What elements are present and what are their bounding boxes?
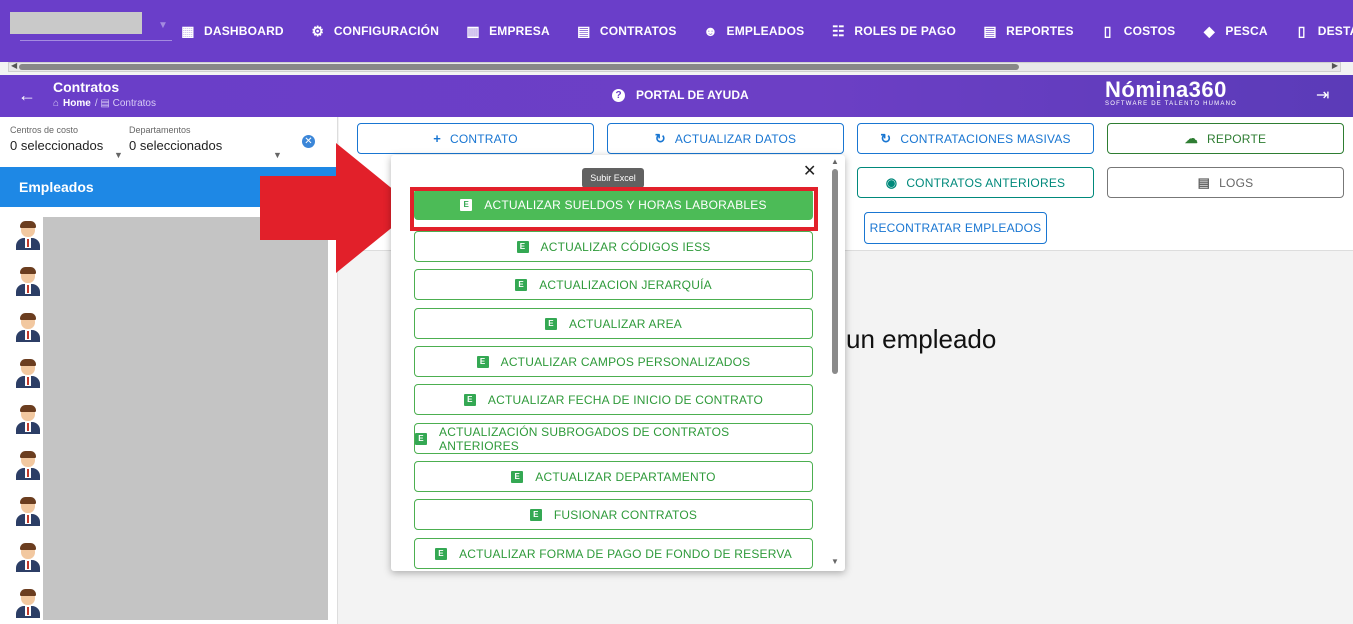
previous-contracts-button[interactable]: ◉ CONTRATOS ANTERIORES — [857, 167, 1094, 198]
nav-item-empleados[interactable]: ☻ EMPLEADOS — [703, 23, 805, 39]
employee-avatar-icon[interactable] — [16, 359, 40, 394]
excel-option-button[interactable]: E ACTUALIZAR FORMA DE PAGO DE FONDO DE RE… — [414, 538, 813, 569]
excel-file-icon: E — [544, 317, 557, 330]
nav-item-costos[interactable]: ▯ COSTOS — [1100, 23, 1176, 40]
excel-option-button[interactable]: E ACTUALIZAR AREA — [414, 308, 813, 339]
excel-option-button[interactable]: E ACTUALIZAR DEPARTAMENTO — [414, 461, 813, 492]
refresh-icon: ↻ — [654, 130, 666, 146]
fish-icon: ◆ — [1203, 22, 1215, 39]
employee-avatar-icon[interactable] — [16, 451, 40, 486]
brand-logo: Nómina360 SOFTWARE DE TALENTO HUMANO — [1105, 77, 1237, 107]
nav-item-pesca[interactable]: ◆ PESCA — [1201, 22, 1268, 40]
report-icon: ▤ — [983, 22, 997, 39]
face-icon: ☻ — [703, 23, 718, 39]
employee-avatar-icon[interactable] — [16, 221, 40, 256]
top-navigation-bar: ▼ ▦ DASHBOARD ⚙ CONFIGURACIÓN ▥ EMPRESA ▤ CONTR… — [0, 0, 1353, 62]
refresh-icon: ↻ — [880, 130, 892, 146]
company-selector[interactable]: ▼ — [10, 12, 172, 42]
gear-icon: ⚙ — [311, 22, 325, 39]
scrollbar-thumb[interactable] — [19, 64, 1019, 70]
excel-file-icon: E — [476, 355, 489, 368]
breadcrumb-current: Contratos — [112, 98, 156, 109]
horizontal-scrollbar[interactable]: ◀ ▶ — [8, 61, 1341, 72]
excel-file-icon: E — [511, 470, 524, 483]
group-icon: ☷ — [831, 22, 845, 39]
cloud-download-icon: ☁ — [1184, 130, 1198, 146]
chevron-down-icon: ▼ — [158, 20, 168, 31]
cost-center-filter[interactable]: Centros de costo 0 seleccionados ▼ — [10, 125, 125, 160]
nav-item-roles-de-pago[interactable]: ☷ ROLES DE PAGO — [830, 23, 956, 40]
eye-icon: ◉ — [885, 174, 898, 190]
excel-option-button[interactable]: E ACTUALIZAR CÓDIGOS IESS — [414, 231, 813, 262]
nav-item-dashboard[interactable]: ▦ DASHBOARD — [180, 23, 284, 40]
nav-item-destajo[interactable]: ▯DESTAJO — [1294, 23, 1353, 40]
building-icon: ▥ — [466, 22, 480, 39]
dashboard-icon: ▦ — [181, 22, 195, 39]
nav-item-empresa[interactable]: ▥ EMPRESA — [465, 23, 550, 40]
excel-file-icon: E — [529, 508, 542, 521]
employee-avatar-icon[interactable] — [16, 543, 40, 578]
excel-option-button[interactable]: E ACTUALIZAR CAMPOS PERSONALIZADOS — [414, 346, 813, 377]
excel-file-icon: E — [435, 547, 448, 560]
excel-option-button[interactable]: E ACTUALIZACION JERARQUÍA — [414, 269, 813, 300]
employee-names-redacted — [43, 217, 328, 620]
empty-state-message: un empleado — [846, 324, 997, 354]
company-name-redacted — [10, 12, 142, 34]
clipboard-icon: ▤ — [577, 22, 591, 39]
page-header: ← Contratos ⌂ Home / ▤ Contratos ? PORTA… — [0, 75, 1353, 117]
excel-file-icon: E — [463, 393, 476, 406]
document-icon: ▯ — [1297, 22, 1306, 39]
list-icon: ▤ — [1197, 174, 1211, 190]
page-title: Contratos — [53, 79, 120, 95]
plus-icon: + — [433, 131, 441, 146]
help-portal-link[interactable]: ? PORTAL DE AYUDA — [612, 88, 749, 102]
excel-file-icon: E — [415, 432, 427, 445]
employee-avatar-icon[interactable] — [16, 497, 40, 532]
nav-menu: ▦ DASHBOARD ⚙ CONFIGURACIÓN ▥ EMPRESA ▤ CONTRAT… — [180, 0, 1353, 62]
update-data-button[interactable]: ↻ ACTUALIZAR DATOS — [607, 123, 844, 154]
cost-file-icon: ▯ — [1103, 22, 1112, 39]
excel-option-button[interactable]: E ACTUALIZACIÓN SUBROGADOS DE CONTRATOS A… — [414, 423, 813, 454]
employee-avatar-icon[interactable] — [16, 405, 40, 440]
breadcrumb: ⌂ Home / ▤ Contratos — [53, 98, 156, 109]
nav-item-contratos[interactable]: ▤ CONTRATOS — [576, 23, 677, 40]
back-arrow-icon[interactable]: ← — [18, 85, 36, 106]
excel-option-button[interactable]: E FUSIONAR CONTRATOS — [414, 499, 813, 530]
nav-item-configuración[interactable]: ⚙ CONFIGURACIÓN — [310, 23, 439, 40]
tooltip: Subir Excel — [582, 168, 644, 188]
employee-avatar-icon[interactable] — [16, 267, 40, 302]
employee-avatar-icon[interactable] — [16, 313, 40, 348]
scroll-right-arrow-icon[interactable]: ▶ — [1332, 61, 1338, 70]
report-button[interactable]: ☁ REPORTE — [1107, 123, 1344, 154]
scroll-left-arrow-icon[interactable]: ◀ — [11, 61, 17, 70]
help-icon: ? — [612, 88, 625, 102]
logs-button[interactable]: ▤ LOGS — [1107, 167, 1344, 198]
excel-file-icon: E — [515, 278, 528, 291]
chevron-down-icon: ▼ — [114, 150, 123, 160]
scrollbar-thumb[interactable] — [832, 169, 838, 374]
logout-icon[interactable]: ⇥ — [1316, 85, 1329, 105]
popup-scrollbar[interactable]: ▲ ▼ — [831, 157, 839, 567]
close-icon[interactable]: ✕ — [803, 161, 816, 181]
bulk-hiring-button[interactable]: ↻ CONTRATACIONES MASIVAS — [857, 123, 1094, 154]
breadcrumb-home[interactable]: Home — [63, 98, 91, 109]
home-icon: ⌂ — [53, 98, 60, 109]
excel-option-button[interactable]: E ACTUALIZAR FECHA DE INICIO DE CONTRATO — [414, 384, 813, 415]
scroll-down-arrow-icon[interactable]: ▼ — [831, 557, 839, 566]
nav-item-reportes[interactable]: ▤ REPORTES — [982, 23, 1074, 40]
excel-upload-menu: ✕ Subir Excel E ACTUALIZAR SUELDOS Y HORA… — [391, 155, 845, 571]
excel-file-icon: E — [516, 240, 529, 253]
highlight-box-annotation — [410, 187, 818, 231]
employee-avatar-icon[interactable] — [16, 589, 40, 624]
scroll-up-arrow-icon[interactable]: ▲ — [831, 157, 839, 166]
rehire-employees-button[interactable]: RECONTRATAR EMPLEADOS — [864, 212, 1047, 244]
